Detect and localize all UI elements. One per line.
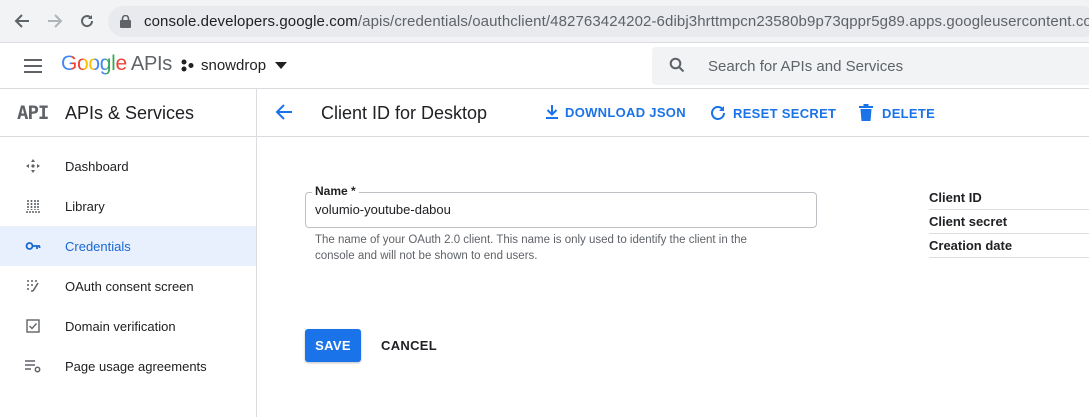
browser-toolbar: console.developers.google.com/apis/crede… [0,0,1089,43]
url-host: console.developers.google.com [144,13,358,30]
library-icon [24,197,42,215]
download-icon [546,105,558,119]
sidebar-item-page-usage[interactable]: Page usage agreements [0,346,256,386]
sidebar-item-credentials[interactable]: Credentials [0,226,256,266]
info-row-client-id: Client ID [929,186,1089,210]
client-info-table: Client ID Client secret Creation date [929,186,1089,258]
menu-icon[interactable] [23,56,43,76]
download-json-label: DOWNLOAD JSON [565,104,686,120]
reload-icon[interactable] [77,11,97,31]
sidebar: API APIs & Services Dashboard Library Cr… [0,89,257,417]
name-field[interactable]: volumio-youtube-dabou [305,192,817,228]
logo-google: Google [61,52,127,75]
cancel-button[interactable]: CANCEL [374,329,444,362]
dropdown-arrow-icon [275,61,288,69]
back-arrow-icon[interactable] [275,103,297,125]
name-helper-text: The name of your OAuth 2.0 client. This … [315,234,747,262]
search-bar[interactable]: Search for APIs and Services [652,47,1089,85]
dashboard-icon [24,157,42,175]
page-toolbar: Client ID for Desktop DOWNLOAD JSON RESE… [257,89,1089,137]
forward-arrow-icon[interactable] [45,11,65,31]
info-row-creation-date: Creation date [929,234,1089,258]
delete-button[interactable]: DELETE [858,104,935,122]
reset-secret-button[interactable]: RESET SECRET [709,104,836,122]
save-button[interactable]: SAVE [305,329,361,362]
name-field-label: Name * [312,184,359,198]
url-text: console.developers.google.com/apis/crede… [144,13,1089,30]
reset-secret-label: RESET SECRET [733,105,837,121]
search-icon [669,57,685,73]
refresh-icon [711,106,725,120]
sidebar-item-domain-verification[interactable]: Domain verification [0,306,256,346]
page-title: Client ID for Desktop [321,103,488,123]
trash-icon [859,104,873,121]
google-apis-logo[interactable]: Google APIs [61,52,172,76]
name-input-value[interactable]: volumio-youtube-dabou [315,202,451,217]
sidebar-item-oauth-consent[interactable]: OAuth consent screen [0,266,256,306]
url-path: /apis/credentials/oauthclient/4827634242… [357,13,1089,30]
app-header: Google APIs snowdrop Search for APIs and … [0,43,1089,89]
sidebar-title: APIs & Services [65,103,195,123]
project-dots-icon [181,59,194,72]
sidebar-item-label: OAuth consent screen [65,278,194,294]
sidebar-header: API APIs & Services [0,89,257,137]
project-name: snowdrop [201,57,267,74]
search-input[interactable]: Search for APIs and Services [708,58,903,75]
sidebar-item-label: Library [65,198,105,214]
key-icon [24,237,42,255]
sidebar-item-dashboard[interactable]: Dashboard [0,146,256,186]
api-logo-icon: API [17,102,49,124]
delete-label: DELETE [882,105,936,121]
sidebar-item-label: Credentials [65,238,131,254]
back-arrow-icon[interactable] [12,11,32,31]
sidebar-item-label: Domain verification [65,318,176,334]
settings-list-icon [24,357,42,375]
lock-icon [120,15,131,28]
project-selector[interactable]: snowdrop [180,57,288,74]
sidebar-item-label: Page usage agreements [65,358,207,374]
sidebar-item-label: Dashboard [65,158,129,174]
info-row-client-secret: Client secret [929,210,1089,234]
address-bar[interactable]: console.developers.google.com/apis/crede… [108,6,1089,37]
download-json-button[interactable]: DOWNLOAD JSON [545,104,686,120]
logo-apis: APIs [130,53,172,75]
sidebar-item-library[interactable]: Library [0,186,256,226]
consent-icon [24,277,42,295]
checkbox-icon [24,317,42,335]
